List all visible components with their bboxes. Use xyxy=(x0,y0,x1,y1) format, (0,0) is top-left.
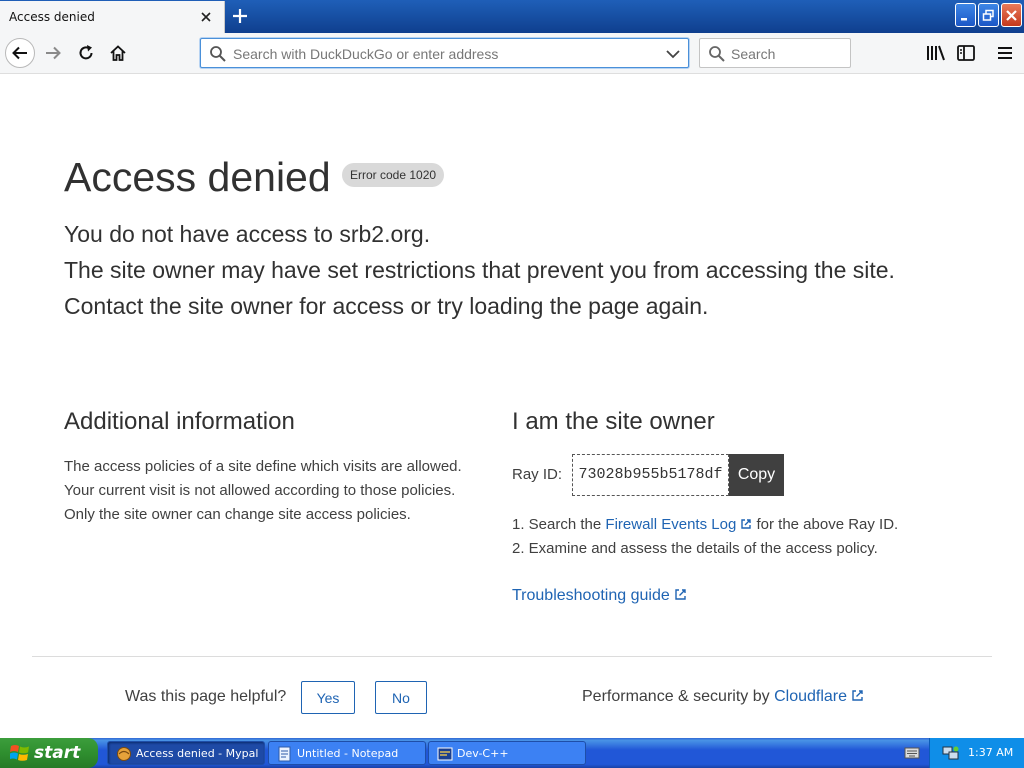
minimize-button[interactable] xyxy=(955,3,976,27)
notepad-icon xyxy=(278,746,291,762)
taskbar-item-mypal[interactable]: Access denied - Mypal xyxy=(107,741,265,765)
keyboard-icon[interactable] xyxy=(904,746,920,760)
firewall-events-log-link[interactable]: Firewall Events Log xyxy=(605,516,752,533)
step-1-prefix: 1. Search the xyxy=(512,516,606,533)
feedback-no-button[interactable]: No xyxy=(375,681,427,714)
external-link-icon xyxy=(675,589,686,600)
taskbar-item-label: Dev-C++ xyxy=(457,747,509,760)
library-icon[interactable] xyxy=(925,42,947,64)
restore-button[interactable] xyxy=(978,3,999,27)
message-line: You do not have access to srb2.org. xyxy=(64,221,431,247)
cloudflare-link-text: Cloudflare xyxy=(774,688,848,705)
restore-icon xyxy=(982,9,994,21)
step-1: 1. Search the Firewall Events Log for th… xyxy=(512,513,898,537)
step-2: 2. Examine and assess the details of the… xyxy=(512,540,878,557)
search-icon xyxy=(210,46,226,62)
owner-steps: 1. Search the Firewall Events Log for th… xyxy=(512,513,898,561)
clock: 1:37 AM xyxy=(968,746,1014,759)
chevron-down-icon[interactable] xyxy=(666,47,680,61)
navigation-toolbar xyxy=(0,33,1024,74)
back-button[interactable] xyxy=(5,38,35,68)
sidebar-icon[interactable] xyxy=(955,42,977,64)
home-button[interactable] xyxy=(103,38,133,68)
taskbar-item-label: Untitled - Notepad xyxy=(297,747,399,760)
tab-bar: Access denied xyxy=(0,0,1024,33)
browser-tab[interactable]: Access denied xyxy=(0,1,225,33)
taskbar-item-notepad[interactable]: Untitled - Notepad xyxy=(268,741,426,765)
footer-divider xyxy=(32,656,992,657)
browser-app-icon xyxy=(117,747,131,761)
reload-button[interactable] xyxy=(71,38,101,68)
info-line: Your current visit is not allowed accord… xyxy=(64,482,456,499)
page-content: Access denied Error code 1020 You do not… xyxy=(0,74,1024,738)
search-input[interactable] xyxy=(731,44,841,63)
devcpp-icon xyxy=(437,747,453,761)
tab-title: Access denied xyxy=(9,10,95,24)
back-arrow-icon xyxy=(12,46,27,60)
cloudflare-link[interactable]: Cloudflare xyxy=(774,688,864,705)
access-message: You do not have access to srb2.org. The … xyxy=(64,216,895,324)
search-box[interactable] xyxy=(699,38,851,68)
windows-logo-icon xyxy=(10,745,29,761)
start-label: start xyxy=(34,743,81,763)
performance-credit: Performance & security by Cloudflare xyxy=(582,688,864,706)
reload-icon xyxy=(79,45,93,60)
feedback-question: Was this page helpful? xyxy=(125,688,287,705)
message-line: Contact the site owner for access or try… xyxy=(64,293,709,319)
ray-id-label: Ray ID: xyxy=(512,466,563,483)
close-window-button[interactable] xyxy=(1001,3,1022,27)
address-input[interactable] xyxy=(233,44,653,63)
perf-text: Performance & security by xyxy=(582,688,775,705)
site-owner-heading: I am the site owner xyxy=(512,408,715,435)
new-tab-icon[interactable] xyxy=(231,7,249,25)
forward-arrow-icon xyxy=(46,46,61,60)
search-icon xyxy=(709,46,725,62)
ray-id-value[interactable]: 73028b955b5178df xyxy=(572,454,729,496)
external-link-icon xyxy=(852,690,863,701)
screen: Access denied Search with DuckDuckGo or … xyxy=(0,0,1024,768)
close-tab-icon[interactable] xyxy=(199,10,213,24)
firewall-link-text: Firewall Events Log xyxy=(605,516,737,533)
error-code-badge: Error code 1020 xyxy=(342,163,445,187)
copy-button[interactable]: Copy xyxy=(729,454,784,496)
troubleshooting-guide-link[interactable]: Troubleshooting guide xyxy=(512,587,687,605)
additional-info-heading: Additional information xyxy=(64,408,295,435)
taskbar: start Access denied - Mypal Untitled - N… xyxy=(0,738,1024,768)
menu-icon[interactable] xyxy=(994,42,1016,64)
additional-info-text: The access policies of a site define whi… xyxy=(64,455,462,527)
taskbar-item-label: Access denied - Mypal xyxy=(136,747,259,760)
home-icon xyxy=(110,45,126,61)
minimize-icon xyxy=(961,18,967,21)
start-button[interactable]: start xyxy=(0,738,98,768)
page-title: Access denied xyxy=(64,154,331,200)
taskbar-item-devcpp[interactable]: Dev-C++ xyxy=(428,741,586,765)
message-line: The site owner may have set restrictions… xyxy=(64,257,895,283)
info-line: The access policies of a site define whi… xyxy=(64,458,462,475)
close-icon xyxy=(1006,10,1017,21)
system-tray: 1:37 AM xyxy=(929,738,1024,768)
address-bar[interactable] xyxy=(200,38,689,68)
feedback-yes-button[interactable]: Yes xyxy=(301,681,355,714)
external-link-icon xyxy=(741,519,752,529)
troubleshooting-link-text: Troubleshooting guide xyxy=(512,587,670,604)
forward-button[interactable] xyxy=(38,38,68,68)
network-icon[interactable] xyxy=(942,745,960,761)
info-line: Only the site owner can change site acce… xyxy=(64,506,411,523)
step-1-suffix: for the above Ray ID. xyxy=(752,516,899,533)
